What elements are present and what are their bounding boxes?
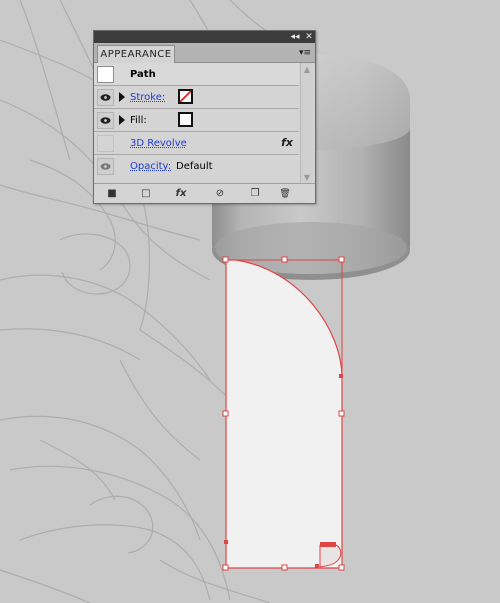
tab-appearance[interactable]: APPEARANCE: [97, 45, 175, 63]
visibility-toggle[interactable]: [97, 135, 114, 152]
panel-menu-icon[interactable]: ▾≡: [298, 47, 312, 59]
delete-item-icon[interactable]: 🗑: [278, 187, 292, 201]
add-new-stroke-icon[interactable]: ■: [105, 187, 119, 201]
panel-titlebar[interactable]: ◂◂ ✕: [94, 31, 315, 43]
stroke-link[interactable]: Stroke:: [130, 91, 165, 104]
panel-tab-row: APPEARANCE ▾≡: [94, 43, 315, 63]
row-path[interactable]: Path: [94, 63, 299, 86]
close-icon[interactable]: ✕: [304, 32, 314, 42]
row-stroke[interactable]: Stroke:: [94, 86, 299, 109]
expand-triangle-icon[interactable]: [119, 115, 125, 125]
row-3d-revolve[interactable]: 3D Revolve fx: [94, 132, 299, 155]
duplicate-item-icon[interactable]: ❐: [248, 187, 262, 201]
fill-swatch-white[interactable]: [178, 112, 193, 127]
fx-icon[interactable]: fx: [281, 136, 293, 149]
add-new-effect-icon[interactable]: fx: [174, 187, 188, 201]
3d-revolve-link[interactable]: 3D Revolve: [130, 137, 187, 150]
eye-icon[interactable]: [97, 89, 114, 106]
eye-icon[interactable]: [97, 158, 114, 175]
expand-triangle-icon[interactable]: [119, 92, 125, 102]
fill-label: Fill:: [130, 115, 147, 126]
eye-icon[interactable]: [97, 112, 114, 129]
collapse-icon[interactable]: ◂◂: [290, 32, 300, 42]
path-thumbnail: [97, 66, 114, 83]
appearance-panel: ◂◂ ✕ APPEARANCE ▾≡ Path Stroke: Fill: 3D…: [93, 30, 316, 204]
clear-appearance-icon[interactable]: ⊘: [213, 187, 227, 201]
add-new-fill-icon[interactable]: □: [139, 187, 153, 201]
panel-scrollbar[interactable]: ▲ ▼: [300, 63, 313, 185]
stroke-swatch-none[interactable]: [178, 89, 193, 104]
panel-toolbar: ■ □ fx ⊘ ❐ 🗑: [94, 183, 315, 203]
row-fill[interactable]: Fill:: [94, 109, 299, 132]
row-opacity[interactable]: Opacity: Default: [94, 155, 299, 178]
opacity-link[interactable]: Opacity:: [130, 160, 171, 173]
opacity-value: Default: [176, 161, 213, 172]
row-path-label: Path: [130, 69, 156, 80]
scroll-up-icon[interactable]: ▲: [301, 64, 313, 76]
